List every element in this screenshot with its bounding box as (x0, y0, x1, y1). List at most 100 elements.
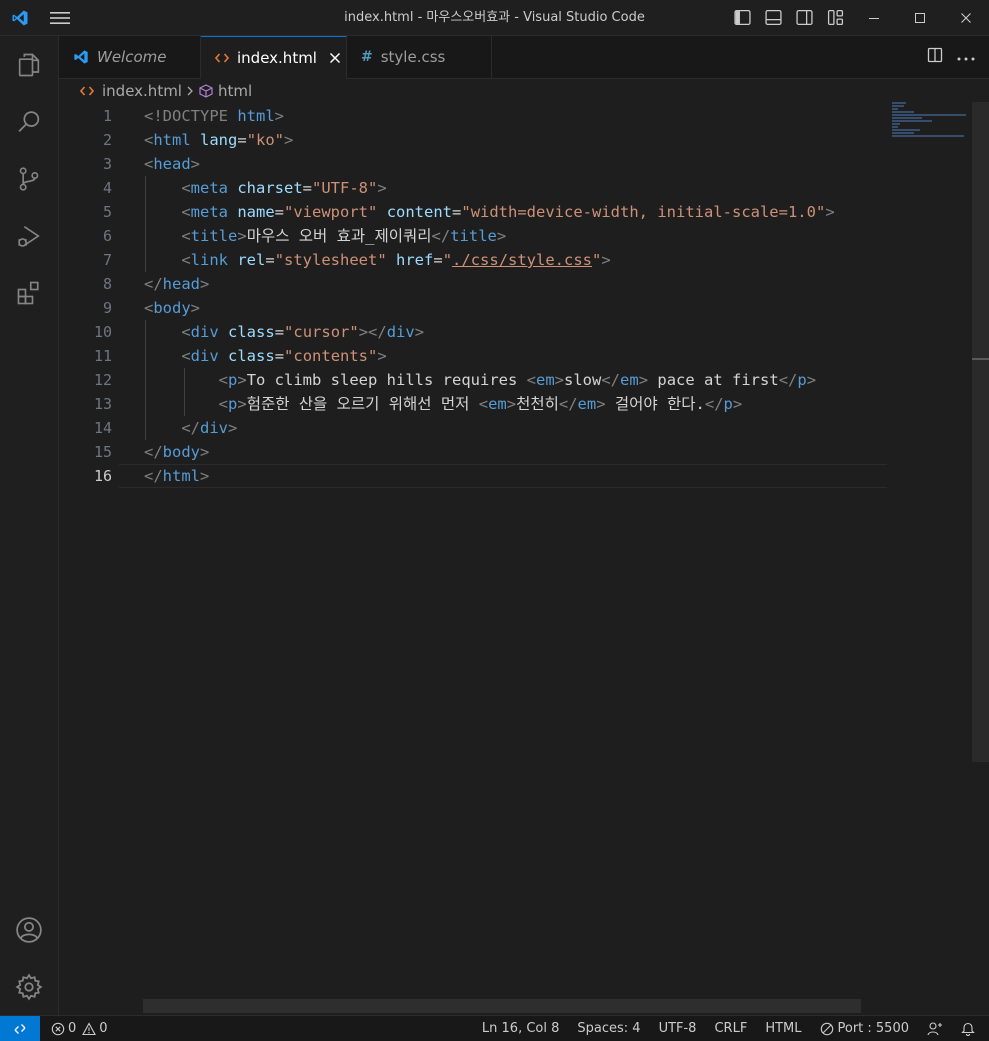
token: "ko" (246, 131, 285, 149)
token: em (577, 395, 597, 413)
warning-count: 0 (99, 1021, 108, 1036)
line-number: 2 (102, 131, 112, 149)
code-line: <html lang="ko"> (144, 131, 294, 149)
token: class (228, 323, 275, 341)
tab-welcome[interactable]: Welcome (59, 36, 201, 78)
problems-indicator[interactable]: 0 0 (51, 1021, 108, 1036)
tab-style-css[interactable]: # style.css (347, 36, 492, 78)
token: body (153, 299, 191, 317)
code-line: <p>험준한 산을 오르기 위해선 먼저 <em>천천히</em> 걸어야 한다… (218, 395, 743, 413)
code-line: <meta charset="UTF-8"> (181, 179, 387, 197)
remote-indicator-icon[interactable] (0, 1016, 40, 1041)
cursor-position[interactable]: Ln 16, Col 8 (473, 1016, 568, 1041)
line-number: 10 (93, 323, 112, 341)
token: lang (200, 131, 238, 149)
customize-layout-icon[interactable] (820, 0, 851, 35)
line-number: 4 (102, 179, 112, 197)
line-number: 9 (102, 299, 112, 317)
line-number: 14 (93, 419, 112, 437)
more-actions-icon[interactable] (957, 50, 975, 65)
href-link[interactable]: ./css/style.css (452, 251, 592, 269)
token: 천천히 (516, 395, 559, 413)
token: p (797, 371, 807, 389)
token: body (162, 443, 200, 461)
token: html (153, 131, 191, 149)
editor-tab-bar: Welcome index.html # style.css (59, 36, 989, 79)
toggle-panel-icon[interactable] (758, 0, 789, 35)
close-window-icon[interactable] (943, 0, 989, 35)
token: content (386, 203, 453, 221)
tab-label: style.css (380, 48, 446, 66)
language-mode[interactable]: HTML (756, 1016, 810, 1041)
token: div (190, 323, 219, 341)
token: em (536, 371, 555, 389)
toggle-primary-sidebar-icon[interactable] (727, 0, 758, 35)
line-number-gutter: 1 2 3 4 5 6 7 8 9 10 11 12 13 14 15 16 (59, 104, 119, 488)
token: html (237, 107, 275, 125)
breadcrumb-symbol[interactable]: html (198, 82, 252, 100)
toggle-secondary-sidebar-icon[interactable] (789, 0, 820, 35)
token: slow (564, 371, 602, 389)
live-server-port[interactable]: Port : 5500 (811, 1016, 919, 1041)
token: head (162, 275, 200, 293)
port-icon (820, 1022, 834, 1036)
breadcrumb-file[interactable]: index.html (80, 82, 182, 100)
activity-bar (0, 36, 59, 1015)
token: "UTF-8" (312, 179, 378, 197)
code-line: <meta name="viewport" content="width=dev… (181, 203, 835, 221)
token: "viewport" (284, 203, 378, 221)
notifications-bell-icon[interactable] (952, 1016, 989, 1041)
line-number-current: 16 (93, 467, 112, 485)
search-icon[interactable] (0, 93, 58, 150)
horizontal-scrollbar[interactable] (143, 999, 861, 1013)
line-number: 6 (102, 227, 112, 245)
accounts-icon[interactable] (0, 901, 58, 958)
code-line: </body> (144, 443, 210, 461)
token: pace at first (648, 371, 779, 389)
accounts-feedback-icon[interactable] (918, 1016, 952, 1041)
tab-index-html[interactable]: index.html (201, 36, 347, 79)
end-of-line[interactable]: CRLF (705, 1016, 756, 1041)
vscode-logo-icon (0, 0, 40, 35)
token: title (450, 227, 497, 245)
token: title (190, 227, 238, 245)
token: div (200, 419, 228, 437)
token: em (620, 371, 639, 389)
token: "width=device-width, initial-scale=1.0" (461, 203, 826, 221)
extensions-icon[interactable] (0, 264, 58, 321)
code-line: </head> (144, 275, 210, 293)
token: <!DOCTYPE (144, 107, 228, 125)
hamburger-menu-icon[interactable] (40, 0, 80, 35)
code-line: <body> (144, 299, 201, 317)
token: div (386, 323, 415, 341)
source-control-icon[interactable] (0, 150, 58, 207)
indentation[interactable]: Spaces: 4 (568, 1016, 649, 1041)
code-line: <title>마우스 오버 효과_제이쿼리</title> (181, 227, 507, 245)
close-tab-icon[interactable] (329, 52, 341, 64)
run-debug-icon[interactable] (0, 207, 58, 264)
html-file-icon (80, 85, 94, 97)
tab-label: Welcome (97, 48, 167, 66)
line-number: 8 (102, 275, 112, 293)
minimize-icon[interactable] (851, 0, 897, 35)
token: head (153, 155, 191, 173)
port-label: Port : 5500 (837, 1021, 910, 1036)
token: html (162, 467, 200, 485)
code-line: </div> (181, 419, 238, 437)
encoding[interactable]: UTF-8 (650, 1016, 706, 1041)
split-editor-icon[interactable] (927, 47, 943, 67)
maximize-icon[interactable] (897, 0, 943, 35)
code-editor[interactable]: 1 2 3 4 5 6 7 8 9 10 11 12 13 14 15 16 <… (59, 104, 989, 1015)
settings-gear-icon[interactable] (0, 958, 58, 1015)
minimap[interactable] (892, 102, 972, 142)
code-line: <p>To climb sleep hills requires <em>slo… (218, 371, 817, 389)
title-bar: index.html - 마우스오버효과 - Visual Studio Cod… (0, 0, 989, 36)
code-line: <link rel="stylesheet" href="./css/style… (181, 251, 611, 269)
vertical-scrollbar[interactable] (972, 102, 989, 762)
warning-icon (82, 1021, 97, 1036)
html-file-icon (215, 52, 229, 64)
explorer-icon[interactable] (0, 36, 58, 93)
code-line: <!DOCTYPE html> (144, 107, 285, 125)
token: rel (237, 251, 266, 269)
line-number: 11 (93, 347, 112, 365)
